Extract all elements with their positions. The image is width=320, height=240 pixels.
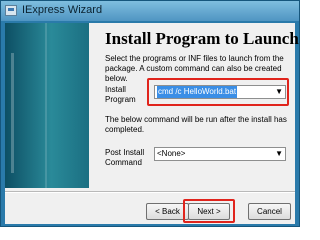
wizard-content: Install Program to Launch Select the pro…: [5, 23, 299, 224]
wizard-window: IExpress Wizard Install Program to Launc…: [0, 0, 300, 227]
post-install-label-line2: Command: [105, 158, 142, 167]
install-program-label-line2: Program: [105, 95, 136, 104]
install-program-label-line1: Install: [105, 85, 126, 94]
cancel-button[interactable]: Cancel: [248, 203, 291, 220]
post-install-label-line1: Post Install: [105, 148, 145, 157]
chevron-down-icon[interactable]: ▼: [275, 148, 283, 160]
install-program-label: Install Program: [105, 85, 136, 105]
page-title: Install Program to Launch: [105, 29, 299, 48]
window-title: IExpress Wizard: [22, 4, 103, 16]
app-icon: [5, 5, 17, 16]
next-button-highlight: [183, 199, 235, 223]
post-install-combobox[interactable]: <None> ▼: [154, 147, 286, 161]
post-install-description: The below command will be run after the …: [105, 115, 287, 134]
post-install-value: <None>: [157, 149, 186, 158]
wizard-banner-image: [5, 23, 89, 188]
install-program-highlight: [147, 78, 289, 106]
post-install-label: Post Install Command: [105, 148, 144, 168]
title-bar: IExpress Wizard: [1, 1, 299, 21]
footer-divider: [5, 191, 295, 193]
